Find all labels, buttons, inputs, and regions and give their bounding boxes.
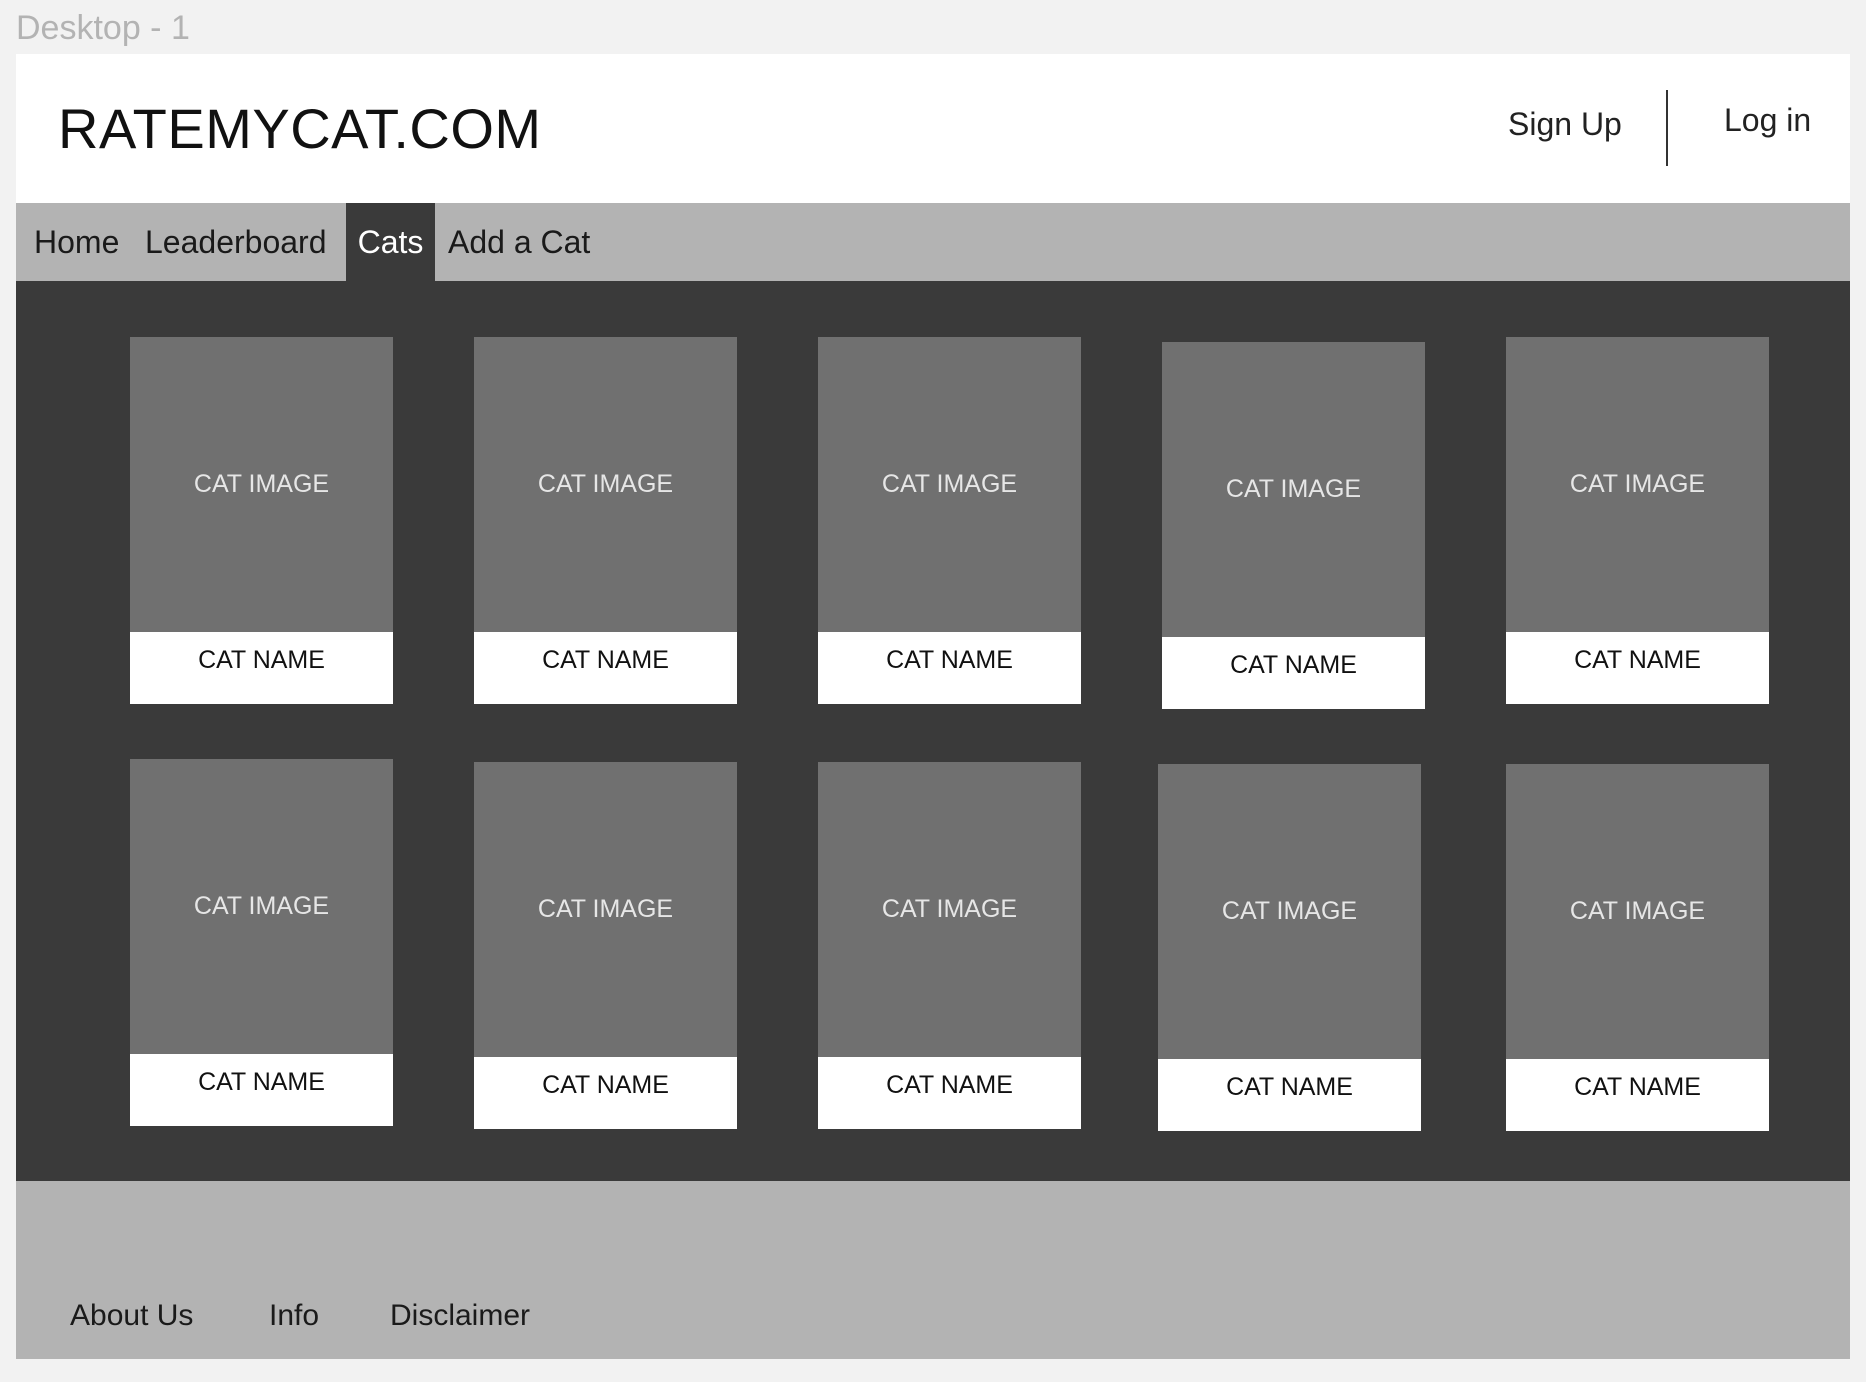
cat-image-placeholder: CAT IMAGE [818, 337, 1081, 632]
cat-card[interactable]: CAT IMAGE CAT NAME [1158, 764, 1421, 1131]
cat-card[interactable]: CAT IMAGE CAT NAME [130, 337, 393, 704]
nav-item-add-a-cat[interactable]: Add a Cat [448, 203, 590, 281]
cat-card[interactable]: CAT IMAGE CAT NAME [1162, 342, 1425, 709]
cat-card[interactable]: CAT IMAGE CAT NAME [130, 759, 393, 1126]
cat-name: CAT NAME [1506, 632, 1769, 704]
cat-card[interactable]: CAT IMAGE CAT NAME [818, 337, 1081, 704]
cat-image-placeholder: CAT IMAGE [474, 762, 737, 1057]
frame-label: Desktop - 1 [16, 9, 190, 47]
footer-link-about-us[interactable]: About Us [70, 1297, 193, 1335]
cat-name: CAT NAME [130, 632, 393, 704]
cat-image-placeholder: CAT IMAGE [818, 762, 1081, 1057]
cat-name: CAT NAME [818, 1057, 1081, 1129]
cat-image-placeholder: CAT IMAGE [1506, 764, 1769, 1059]
cat-card[interactable]: CAT IMAGE CAT NAME [474, 762, 737, 1129]
page: RATEMYCAT.COM Sign Up Log in Home Leader… [16, 54, 1850, 1359]
log-in-link[interactable]: Log in [1724, 100, 1811, 140]
cat-image-placeholder: CAT IMAGE [130, 337, 393, 632]
cat-card[interactable]: CAT IMAGE CAT NAME [474, 337, 737, 704]
auth-divider [1666, 90, 1668, 166]
cat-image-placeholder: CAT IMAGE [474, 337, 737, 632]
cat-name: CAT NAME [1162, 637, 1425, 709]
cat-name: CAT NAME [1158, 1059, 1421, 1131]
sign-up-link[interactable]: Sign Up [1508, 104, 1622, 144]
site-logo[interactable]: RATEMYCAT.COM [58, 94, 542, 164]
cat-image-placeholder: CAT IMAGE [1158, 764, 1421, 1059]
cat-name: CAT NAME [818, 632, 1081, 704]
cat-gallery: CAT IMAGE CAT NAME CAT IMAGE CAT NAME CA… [16, 281, 1850, 1181]
cat-name: CAT NAME [130, 1054, 393, 1126]
footer-link-disclaimer[interactable]: Disclaimer [390, 1297, 530, 1335]
main-nav: Home Leaderboard Cats Add a Cat [16, 203, 1850, 281]
site-header: RATEMYCAT.COM Sign Up Log in [16, 54, 1850, 203]
cat-card[interactable]: CAT IMAGE CAT NAME [1506, 337, 1769, 704]
nav-item-home[interactable]: Home [34, 203, 119, 281]
cat-name: CAT NAME [474, 1057, 737, 1129]
cat-card[interactable]: CAT IMAGE CAT NAME [1506, 764, 1769, 1131]
cat-card[interactable]: CAT IMAGE CAT NAME [818, 762, 1081, 1129]
cat-image-placeholder: CAT IMAGE [130, 759, 393, 1054]
nav-item-cats[interactable]: Cats [346, 203, 435, 281]
footer-link-info[interactable]: Info [269, 1297, 319, 1335]
cat-image-placeholder: CAT IMAGE [1506, 337, 1769, 632]
cat-image-placeholder: CAT IMAGE [1162, 342, 1425, 637]
cat-name: CAT NAME [474, 632, 737, 704]
nav-item-leaderboard[interactable]: Leaderboard [145, 203, 326, 281]
cat-name: CAT NAME [1506, 1059, 1769, 1131]
site-footer: About Us Info Disclaimer [16, 1181, 1850, 1359]
